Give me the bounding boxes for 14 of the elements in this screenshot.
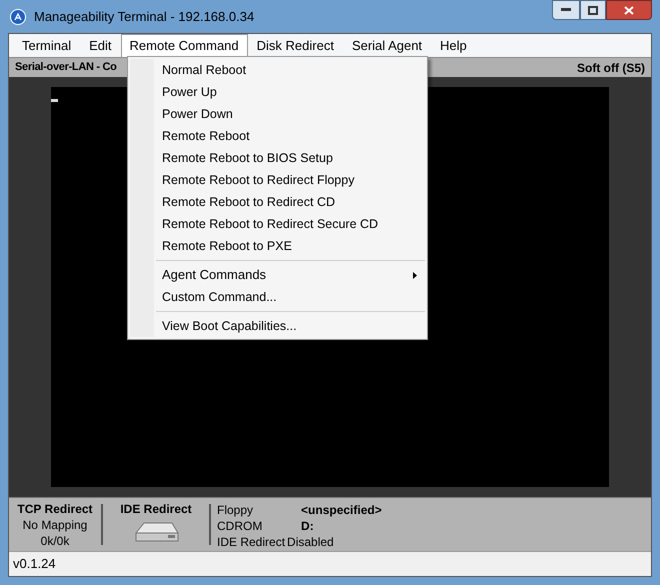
drive-label: Floppy — [217, 502, 254, 518]
power-state: Soft off (S5) — [577, 60, 645, 76]
drive-value: <unspecified> — [300, 502, 382, 518]
version-label: v0.1.24 — [13, 555, 56, 574]
tcp-redirect-title: TCP Redirect — [17, 502, 93, 517]
window-title: Manageability Terminal - 192.168.0.34 — [34, 8, 254, 26]
ide-redirect-title: IDE Redirect — [120, 502, 192, 517]
drive-value: D: — [300, 518, 315, 534]
drive-value: Disabled — [287, 534, 335, 550]
traffic-counter: 0k/0k — [40, 533, 70, 549]
drive-label: CDROM — [217, 518, 264, 534]
mapping-status: No Mapping — [22, 517, 88, 533]
connection-label: Serial-over-LAN - Co — [15, 60, 117, 76]
drive-label: IDE Redirect — [217, 534, 286, 550]
